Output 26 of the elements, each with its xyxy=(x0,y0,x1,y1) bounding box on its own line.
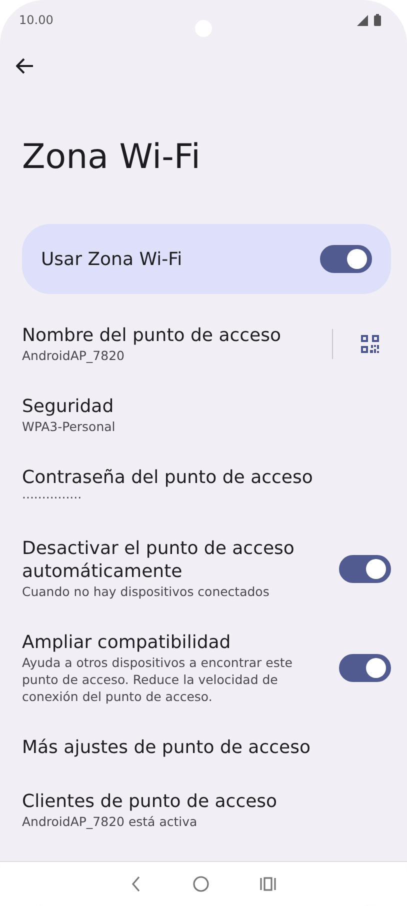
toggle-switch[interactable] xyxy=(339,554,391,582)
setting-summary: AndroidAP_7820 xyxy=(22,347,126,364)
setting-title[interactable]: Más ajustes de punto de acceso xyxy=(22,736,391,759)
setting-title[interactable]: Nombre del punto de acceso xyxy=(22,324,320,347)
setting-summary: WPA3-Personal xyxy=(22,418,116,435)
back-nav-icon[interactable] xyxy=(131,876,142,892)
setting-summary: Ayuda a otros dispositivos a encontrar este punto de acceso. Reduce la velocidad de conexión del punto de acceso. xyxy=(22,654,294,705)
main-switch-label: Usar Zona Wi-Fi xyxy=(41,248,182,270)
signal-icon xyxy=(357,14,368,26)
setting-title[interactable]: Ampliar compatibilidad xyxy=(22,631,327,654)
toggle-switch[interactable] xyxy=(320,245,372,273)
setting-title[interactable]: Clientes de punto de acceso xyxy=(22,790,391,813)
recents-nav-icon[interactable] xyxy=(260,877,276,891)
home-nav-icon[interactable] xyxy=(192,876,208,892)
setting-summary: ··············· xyxy=(22,489,83,506)
setting-title[interactable]: Contraseña del punto de acceso xyxy=(22,466,391,489)
setting-summary: Cuando no hay dispositivos conectados xyxy=(22,583,270,600)
page-title: Zona Wi-Fi xyxy=(22,136,202,178)
qr-code-icon[interactable] xyxy=(361,335,379,353)
setting-title[interactable]: Desactivar el punto de acceso automáticamente xyxy=(22,537,327,583)
status-time: 10.00 xyxy=(19,13,54,27)
setting-title[interactable]: Seguridad xyxy=(22,395,391,418)
toggle-switch[interactable] xyxy=(339,654,391,682)
battery-icon xyxy=(374,14,381,26)
main-switch-card[interactable]: Usar Zona Wi-Fi xyxy=(22,224,391,294)
setting-summary: AndroidAP_7820 está activa xyxy=(22,813,198,830)
